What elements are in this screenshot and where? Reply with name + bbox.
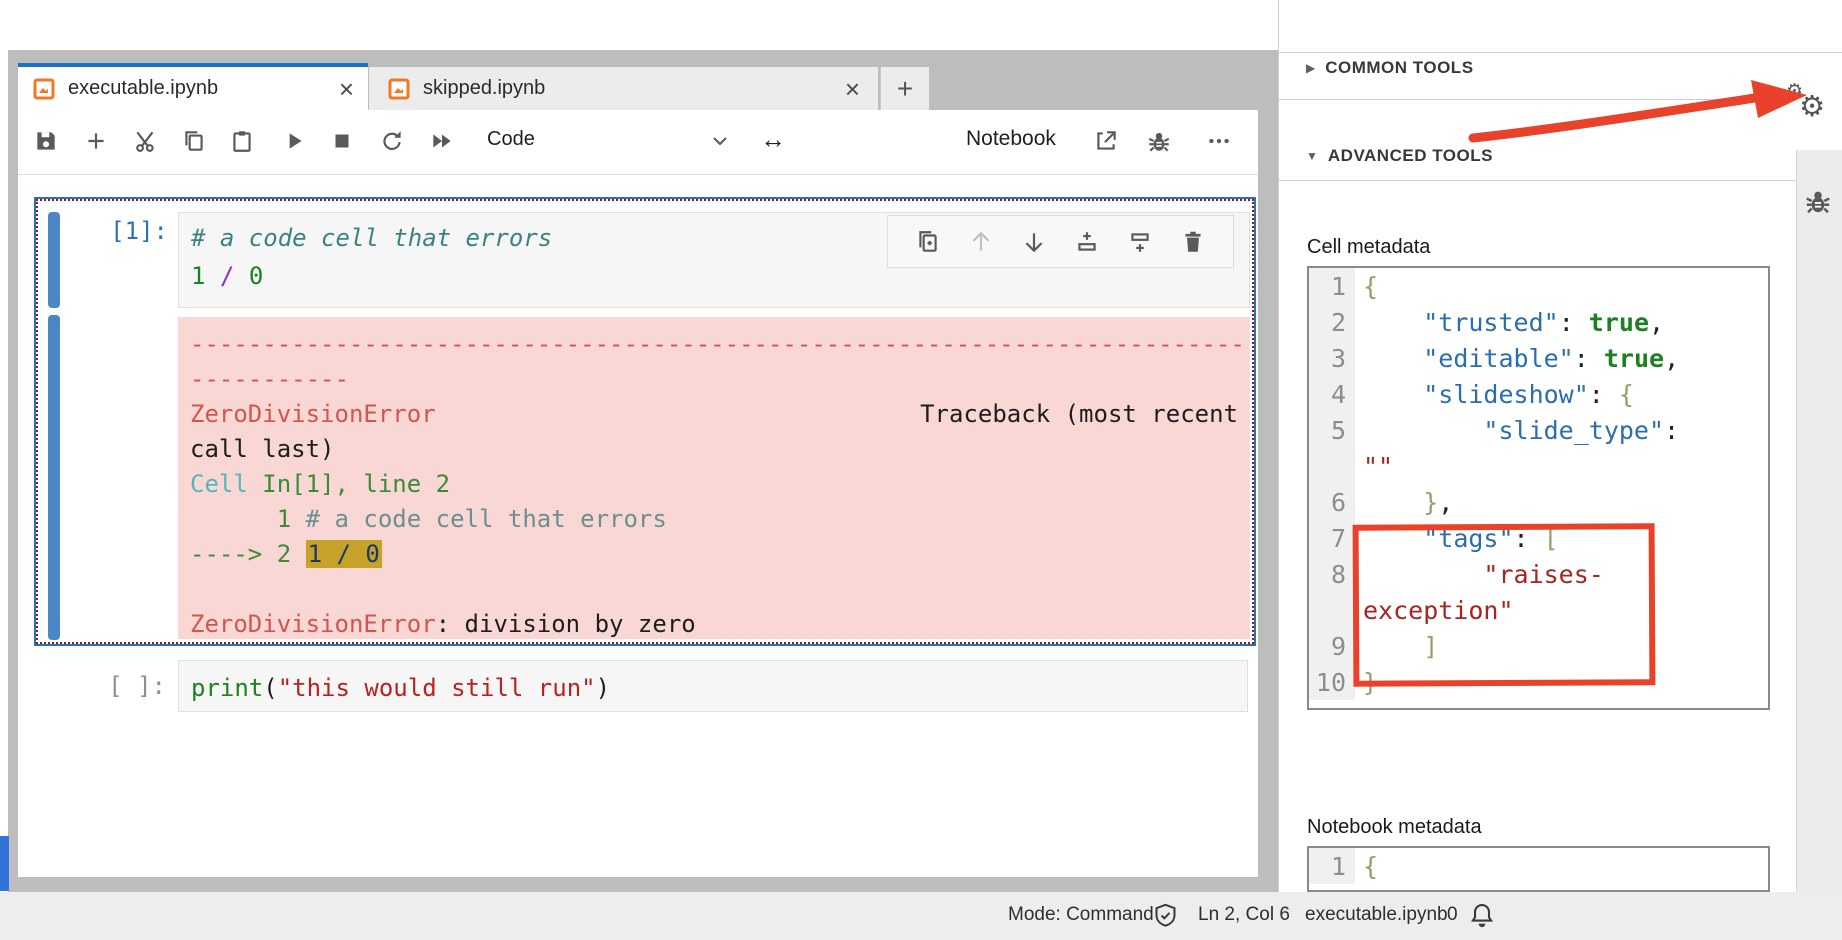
active-file-name[interactable]: executable.ipynb (1305, 904, 1448, 926)
chevron-right-icon: ▶ (1306, 61, 1315, 75)
debugger-sidebar-tab[interactable] (1803, 186, 1833, 216)
delete-cell-icon[interactable] (1180, 229, 1206, 255)
tab-skipped-ipynb[interactable]: skipped.ipynb × (369, 67, 878, 110)
debugger-bug-icon[interactable] (1145, 127, 1173, 155)
duplicate-cell-icon[interactable] (915, 229, 941, 255)
move-cell-up-icon[interactable] (968, 229, 994, 255)
notebook-metadata-editor[interactable]: 1{ (1307, 846, 1770, 892)
restart-run-all-button[interactable] (428, 127, 456, 155)
common-tools-section-header[interactable]: ▶ COMMON TOOLS (1306, 58, 1474, 78)
empty-execution-prompt: [ ]: (62, 672, 166, 700)
cell-2-code-editor[interactable]: print("this would still run") (178, 660, 1248, 712)
chevron-down-icon[interactable] (706, 127, 734, 155)
jupyterlab-screenshot: executable.ipynb × skipped.ipynb × + Cod… (0, 0, 1842, 940)
right-panel-tab-strip (1796, 150, 1842, 892)
interrupt-kernel-button[interactable] (328, 127, 356, 155)
cell-metadata-label: Cell metadata (1307, 236, 1430, 259)
tab-label: executable.ipynb (68, 77, 218, 100)
sidebar-divider (1278, 180, 1796, 181)
cut-cells-button[interactable] (132, 127, 160, 155)
insert-cell-below-icon[interactable] (1127, 229, 1153, 255)
close-icon[interactable]: × (845, 76, 860, 102)
output-collapser[interactable] (48, 315, 60, 640)
notification-count: 0 (1447, 904, 1458, 926)
code-cell-1[interactable]: [1]: # a code cell that errors1 / 0 (34, 197, 1256, 646)
cursor-position[interactable]: Ln 2, Col 6 (1198, 904, 1290, 926)
tab-label: skipped.ipynb (423, 77, 545, 100)
save-button[interactable] (32, 127, 60, 155)
cell-type-select[interactable]: Code (487, 128, 535, 151)
sidebar-divider (1278, 52, 1842, 53)
run-button[interactable] (280, 127, 308, 155)
chevron-down-icon: ▼ (1306, 149, 1318, 163)
left-edge-blue-bar (0, 836, 9, 891)
execution-count-prompt: [1]: (64, 217, 168, 245)
bell-icon[interactable] (1468, 901, 1496, 929)
status-bar (0, 892, 1842, 940)
move-cell-down-icon[interactable] (1021, 229, 1047, 255)
mode-indicator[interactable]: Mode: Command (1008, 904, 1154, 926)
restart-kernel-button[interactable] (378, 127, 406, 155)
input-collapser[interactable] (48, 212, 60, 308)
trusted-shield-icon (1152, 902, 1179, 929)
insert-cell-button[interactable] (82, 127, 110, 155)
new-tab-button[interactable]: + (880, 67, 929, 110)
annotation-red-box (1353, 523, 1656, 687)
external-link-icon[interactable] (1092, 127, 1120, 155)
insert-cell-above-icon[interactable] (1074, 229, 1100, 255)
notebook-file-icon (32, 77, 56, 101)
paste-cells-button[interactable] (228, 127, 256, 155)
section-label: COMMON TOOLS (1325, 58, 1473, 78)
tab-executable-ipynb[interactable]: executable.ipynb × (18, 63, 368, 110)
cell-toolbar (887, 215, 1234, 268)
notebook-metadata-label: Notebook metadata (1307, 816, 1482, 839)
more-commands-icon[interactable] (1205, 127, 1233, 155)
interface-switcher-label[interactable]: Notebook (966, 127, 1056, 151)
copy-cells-button[interactable] (180, 127, 208, 155)
annotation-red-arrow (1455, 70, 1835, 155)
notebook-file-icon (387, 77, 411, 101)
close-icon[interactable]: × (339, 76, 354, 102)
error-traceback-output: ----------------------------------------… (178, 317, 1250, 639)
resize-handle-icon[interactable]: ↔ (760, 124, 786, 155)
